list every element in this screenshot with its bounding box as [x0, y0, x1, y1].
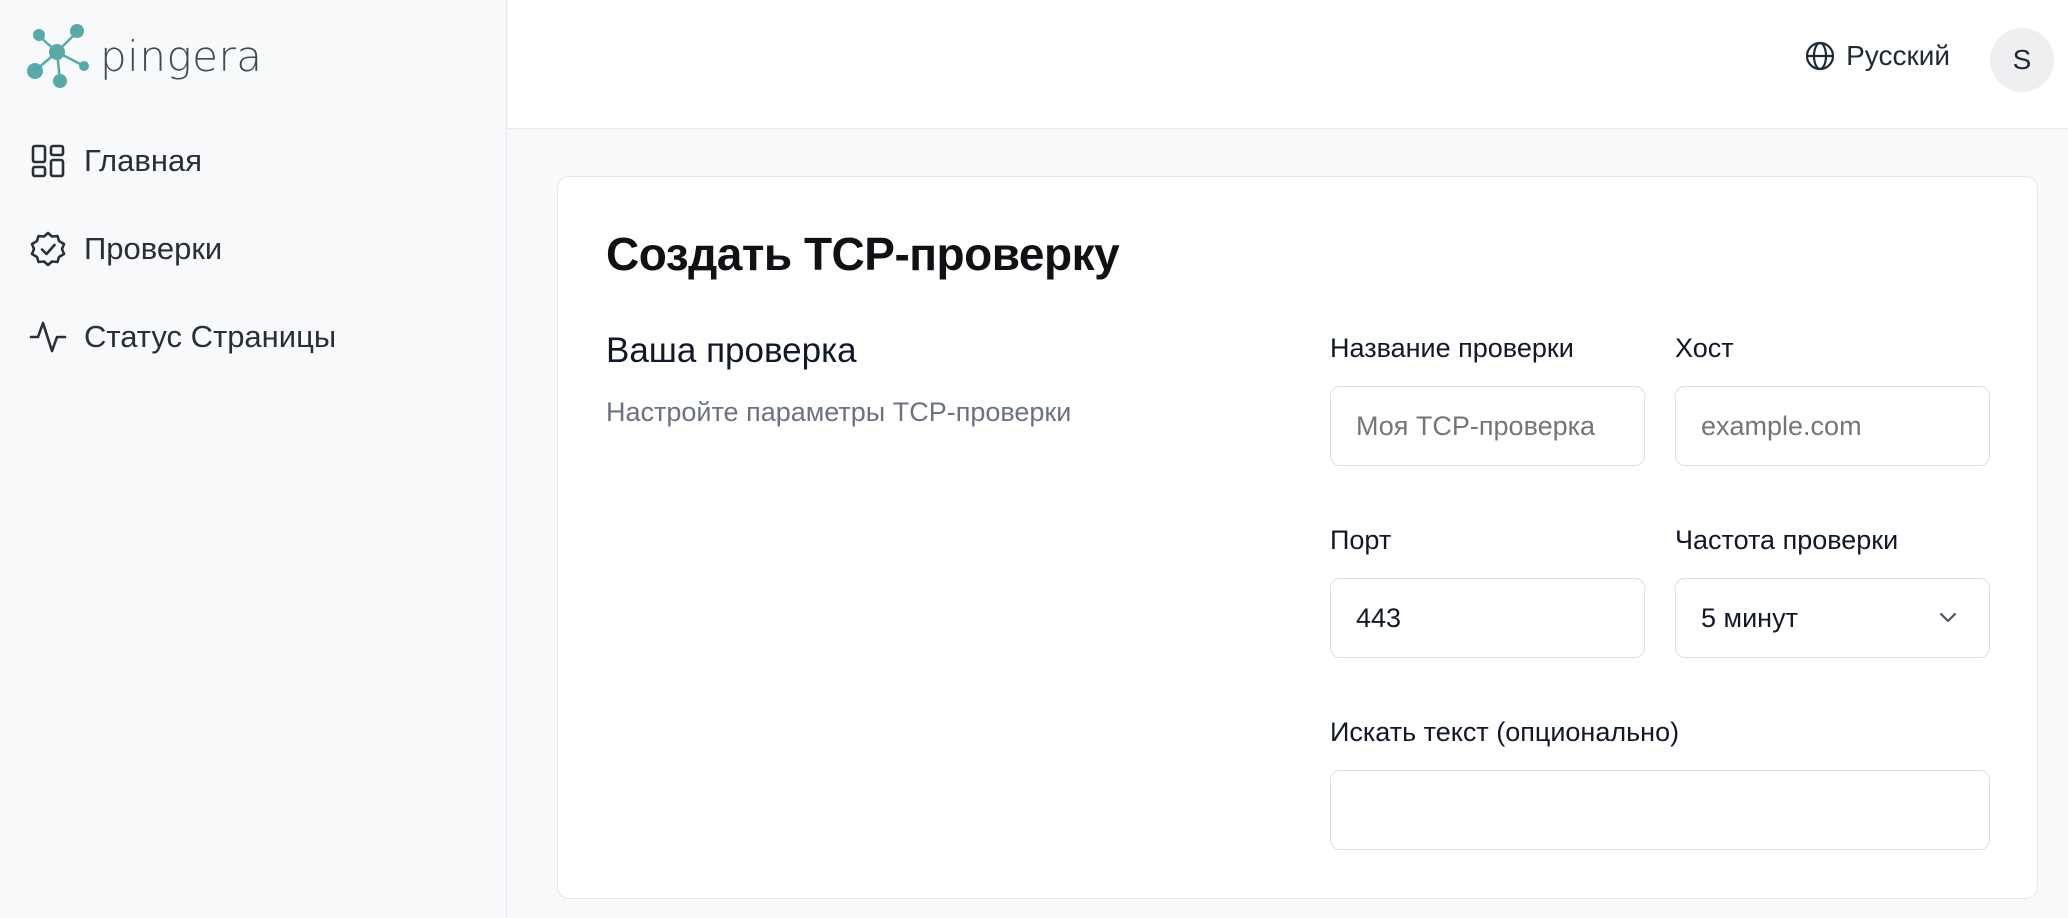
sidebar-item-status-page[interactable]: Статус Страницы: [28, 312, 336, 362]
sidebar-item-home[interactable]: Главная: [28, 136, 202, 186]
logo[interactable]: pingera: [26, 22, 263, 90]
frequency-select[interactable]: 5 минут: [1675, 578, 1990, 658]
badge-check-icon: [28, 229, 68, 269]
section-description: Настройте параметры TCP-проверки: [606, 397, 1072, 427]
sidebar-item-label: Статус Страницы: [84, 319, 337, 354]
host-input[interactable]: [1675, 386, 1990, 466]
language-selector[interactable]: Русский: [1804, 40, 1950, 72]
section-title: Ваша проверка: [606, 331, 857, 370]
search-text-input[interactable]: [1330, 770, 1990, 850]
search-text-label: Искать текст (опционально): [1330, 717, 1680, 747]
pingera-logo-icon: [27, 24, 89, 88]
port-input[interactable]: 443: [1330, 578, 1645, 658]
create-tcp-check-card: Создать TCP-проверку Ваша проверка Настр…: [557, 176, 2038, 899]
port-label: Порт: [1330, 525, 1392, 555]
language-label: Русский: [1846, 40, 1950, 71]
sidebar-item-checks[interactable]: Проверки: [28, 224, 222, 274]
logo-text: pingera: [100, 31, 263, 81]
frequency-label: Частота проверки: [1675, 525, 1899, 555]
sidebar: pingera Главная Проверки Статус Страницы: [0, 0, 507, 918]
dashboard-icon: [28, 141, 68, 181]
check-name-label: Название проверки: [1330, 333, 1574, 363]
globe-icon: [1805, 41, 1835, 71]
top-header: Русский S: [508, 0, 2068, 129]
sidebar-item-label: Проверки: [84, 231, 223, 266]
chevron-down-icon: [1939, 612, 1957, 623]
sidebar-item-label: Главная: [84, 143, 202, 178]
page-title: Создать TCP-проверку: [606, 228, 1120, 280]
check-name-input[interactable]: [1330, 386, 1645, 466]
port-value: 443: [1356, 602, 1402, 633]
activity-icon: [28, 317, 68, 357]
avatar[interactable]: S: [1990, 28, 2054, 92]
frequency-value: 5 минут: [1701, 602, 1798, 633]
host-label: Хост: [1675, 333, 1734, 363]
